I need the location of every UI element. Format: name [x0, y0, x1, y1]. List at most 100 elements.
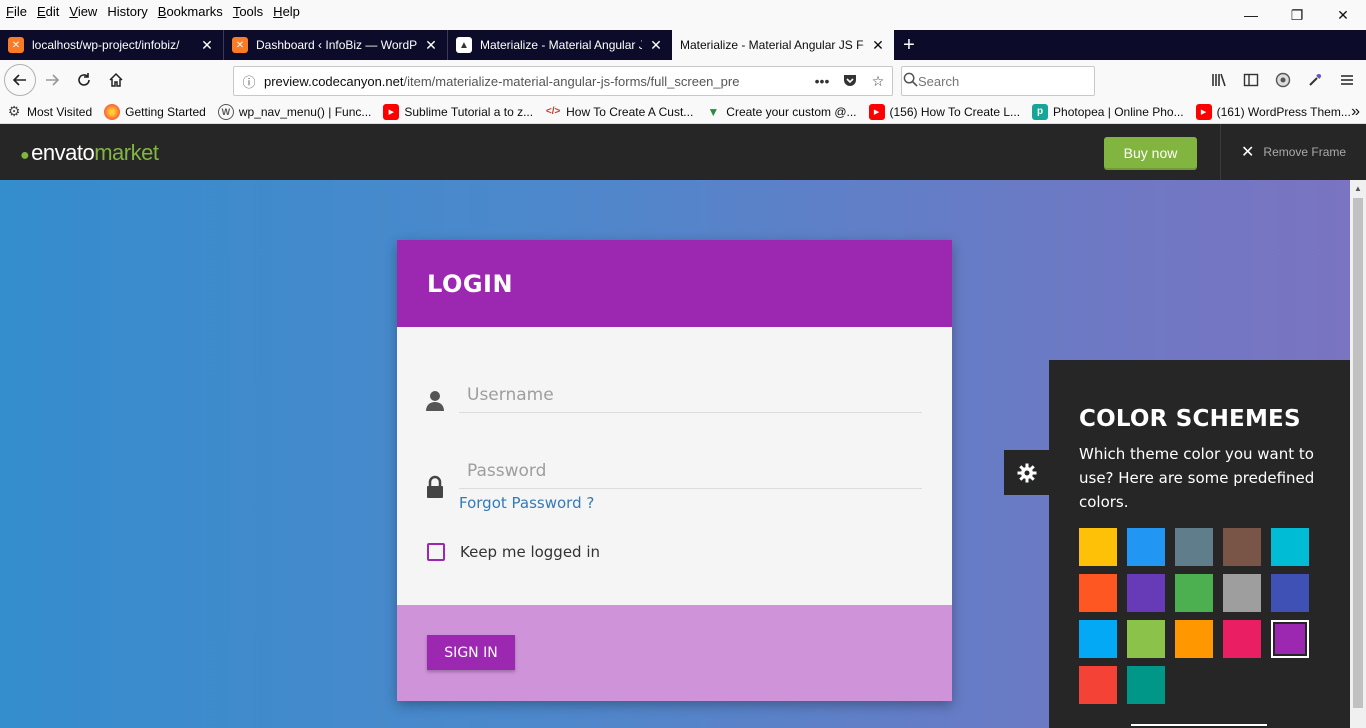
- username-field: [459, 377, 922, 413]
- menu-help[interactable]: Help: [268, 4, 305, 19]
- bookmark-create-custom[interactable]: ▼ Create your custom @...: [699, 104, 862, 120]
- color-swatch[interactable]: [1127, 528, 1165, 566]
- remove-frame-button[interactable]: ✕ Remove Frame: [1220, 124, 1366, 180]
- bookmark-sublime[interactable]: ▶ Sublime Tutorial a to z...: [377, 103, 539, 120]
- color-swatch[interactable]: [1223, 574, 1261, 612]
- bookmark-star-icon[interactable]: ☆: [864, 73, 892, 90]
- reload-button[interactable]: [68, 64, 100, 96]
- restore-button[interactable]: ❐: [1274, 0, 1320, 30]
- close-window-button[interactable]: ✕: [1320, 0, 1366, 30]
- color-swatch[interactable]: [1079, 574, 1117, 612]
- url-text[interactable]: preview.codecanyon.net/item/materialize-…: [264, 74, 808, 89]
- menu-history[interactable]: History: [102, 4, 152, 19]
- toolbar-right: [1203, 60, 1366, 100]
- color-swatch[interactable]: [1175, 528, 1213, 566]
- color-swatch[interactable]: [1127, 574, 1165, 612]
- color-swatch[interactable]: [1223, 528, 1261, 566]
- chevron-double-right-icon[interactable]: »: [1351, 100, 1360, 124]
- tab-dashboard[interactable]: ✕ Dashboard ‹ InfoBiz — WordPr ✕: [224, 30, 448, 60]
- hamburger-menu-icon[interactable]: [1331, 60, 1363, 100]
- bookmark-156[interactable]: ▶ (156) How To Create L...: [863, 103, 1027, 120]
- settings-toggle[interactable]: [1004, 450, 1049, 495]
- forward-button[interactable]: [36, 64, 68, 96]
- close-icon: ✕: [1241, 144, 1255, 161]
- username-input[interactable]: [459, 377, 922, 412]
- close-icon[interactable]: ✕: [648, 37, 664, 54]
- remember-checkbox[interactable]: [427, 543, 445, 561]
- color-swatch[interactable]: [1079, 620, 1117, 658]
- remember-me[interactable]: Keep me logged in: [427, 543, 600, 561]
- menu-bookmarks[interactable]: Bookmarks: [153, 4, 228, 19]
- color-swatch[interactable]: [1271, 574, 1309, 612]
- forgot-password-link[interactable]: Forgot Password ?: [459, 494, 594, 512]
- site-icon: </>: [545, 106, 561, 117]
- color-swatch[interactable]: [1127, 666, 1165, 704]
- login-title: LOGIN: [427, 269, 514, 298]
- bookmark-most-visited[interactable]: ⚙ Most Visited: [0, 103, 98, 120]
- page-scrollbar[interactable]: ▲: [1350, 180, 1366, 728]
- menu-tools[interactable]: Tools: [228, 4, 268, 19]
- tab-materialize-1[interactable]: ▲ Materialize - Material Angular J ✕: [448, 30, 672, 60]
- pocket-icon[interactable]: [836, 72, 864, 91]
- envato-logo[interactable]: ●envatomarket: [20, 140, 159, 166]
- search-input[interactable]: [918, 73, 1094, 89]
- menu-file[interactable]: File: [0, 4, 32, 19]
- color-swatch[interactable]: [1079, 528, 1117, 566]
- menu-view[interactable]: View: [64, 4, 102, 19]
- reload-icon: [78, 73, 90, 86]
- close-icon[interactable]: ✕: [199, 37, 215, 54]
- scroll-up-icon[interactable]: ▲: [1350, 180, 1366, 196]
- menu-edit[interactable]: Edit: [32, 4, 64, 19]
- youtube-icon: ▶: [1195, 103, 1212, 120]
- bookmark-wp-nav-menu[interactable]: Wwp_nav_menu() | Func...: [212, 103, 378, 120]
- scrollbar-thumb[interactable]: [1353, 198, 1363, 708]
- extension-icon[interactable]: [1267, 60, 1299, 100]
- color-swatch[interactable]: [1223, 620, 1261, 658]
- login-header: LOGIN: [397, 240, 952, 327]
- gear-icon: ⚙: [7, 103, 21, 119]
- tab-label: localhost/wp-project/infobiz/: [32, 38, 180, 52]
- color-swatch[interactable]: [1271, 528, 1309, 566]
- vue-icon: ▼: [707, 104, 720, 119]
- sidebar-icon[interactable]: [1235, 60, 1267, 100]
- color-swatch[interactable]: [1175, 620, 1213, 658]
- home-icon: [109, 72, 123, 87]
- firefox-icon: [104, 103, 121, 120]
- search-icon: [902, 72, 918, 91]
- sign-in-button[interactable]: SIGN IN: [427, 635, 515, 670]
- new-tab-button[interactable]: +: [894, 30, 924, 60]
- minimize-button[interactable]: —: [1228, 0, 1274, 30]
- bookmark-how-to-create[interactable]: </> How To Create A Cust...: [539, 104, 699, 120]
- info-icon[interactable]: ⓘ: [234, 72, 264, 91]
- home-button[interactable]: [100, 64, 132, 96]
- youtube-icon: ▶: [383, 103, 400, 120]
- tab-localhost[interactable]: ✕ localhost/wp-project/infobiz/ ✕: [0, 30, 224, 60]
- color-swatch[interactable]: [1271, 620, 1309, 658]
- library-icon[interactable]: [1203, 60, 1235, 100]
- remember-label: Keep me logged in: [460, 543, 601, 561]
- color-swatch[interactable]: [1127, 620, 1165, 658]
- color-swatch[interactable]: [1175, 574, 1213, 612]
- login-card: LOGIN Forgot Password ? Keep me logged i…: [397, 240, 952, 701]
- url-bar[interactable]: ⓘ preview.codecanyon.net/item/materializ…: [233, 66, 893, 96]
- color-schemes-title: COLOR SCHEMES: [1079, 406, 1301, 432]
- tab-materialize-active[interactable]: Materialize - Material Angular JS Fo ✕: [672, 30, 894, 60]
- color-swatch[interactable]: [1079, 666, 1117, 704]
- bookmark-getting-started[interactable]: Getting Started: [98, 103, 212, 120]
- tab-label: Dashboard ‹ InfoBiz — WordPr: [256, 38, 417, 52]
- password-input[interactable]: [459, 453, 922, 488]
- bookmark-161[interactable]: ▶ (161) WordPress Them...: [1190, 103, 1357, 120]
- search-bar[interactable]: [901, 66, 1095, 96]
- color-schemes-panel: COLOR SCHEMES Which theme color you want…: [1049, 360, 1350, 728]
- back-button[interactable]: [4, 64, 36, 96]
- close-icon[interactable]: ✕: [870, 37, 886, 54]
- bookmark-photopea[interactable]: p Photopea | Online Pho...: [1026, 103, 1190, 120]
- login-footer: SIGN IN: [397, 605, 952, 701]
- page-actions-icon[interactable]: •••: [808, 73, 836, 89]
- eyedropper-icon[interactable]: [1299, 60, 1331, 100]
- close-icon[interactable]: ✕: [423, 37, 439, 54]
- buy-now-button[interactable]: Buy now: [1104, 137, 1197, 168]
- xampp-icon: ✕: [8, 37, 24, 53]
- menu-bar: File Edit View History Bookmarks Tools H…: [0, 0, 1366, 22]
- tab-strip: ✕ localhost/wp-project/infobiz/ ✕ ✕ Dash…: [0, 30, 1366, 60]
